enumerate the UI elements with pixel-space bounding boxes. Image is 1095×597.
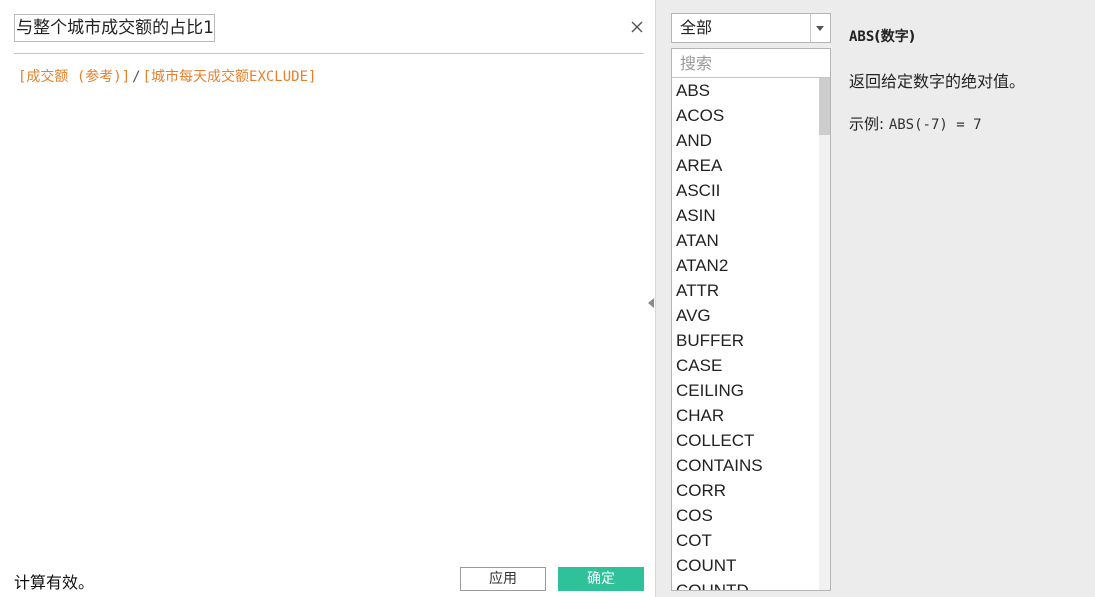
formula-editor[interactable]: [成交额 (参考)] / [城市每天成交额EXCLUDE] (18, 66, 316, 86)
function-item-atan[interactable]: ATAN (672, 228, 819, 253)
function-signature: ABS(数字) (849, 26, 915, 46)
function-item-area[interactable]: AREA (672, 153, 819, 178)
function-example: 示例: ABS(-7) = 7 (849, 113, 982, 134)
category-selected-value: 全部 (680, 18, 713, 37)
function-item-abs[interactable]: ABS (672, 78, 819, 103)
function-item-atan2[interactable]: ATAN2 (672, 253, 819, 278)
function-list: ABS ACOS AND AREA ASCII ASIN ATAN ATAN2 ATTR AVG B… (672, 78, 819, 590)
function-item-buffer[interactable]: BUFFER (672, 328, 819, 353)
collapse-panel-handle[interactable] (646, 295, 656, 309)
function-item-countd[interactable]: COUNTD (672, 578, 819, 590)
validation-status: 计算有效。 (14, 573, 95, 592)
dropdown-divider (810, 14, 811, 42)
function-item-avg[interactable]: AVG (672, 303, 819, 328)
function-item-count[interactable]: COUNT (672, 553, 819, 578)
function-item-cot[interactable]: COT (672, 528, 819, 553)
function-search-input[interactable] (672, 49, 830, 78)
calculation-name-text: 与整个城市成交额的占比1 (16, 18, 214, 38)
function-item-asin[interactable]: ASIN (672, 203, 819, 228)
function-list-scrollbar[interactable] (819, 78, 830, 590)
function-item-char[interactable]: CHAR (672, 403, 819, 428)
function-item-cos[interactable]: COS (672, 503, 819, 528)
function-item-contains[interactable]: CONTAINS (672, 453, 819, 478)
function-item-corr[interactable]: CORR (672, 478, 819, 503)
function-item-attr[interactable]: ATTR (672, 278, 819, 303)
function-item-acos[interactable]: ACOS (672, 103, 819, 128)
example-code: ABS(-7) = 7 (888, 117, 982, 133)
calculation-editor-panel: 与整个城市成交额的占比1 [成交额 (参考)] / [城市每天成交额EXCLUDE]… (0, 0, 656, 597)
function-name: ABS (849, 29, 875, 45)
formula-operator: / (132, 69, 141, 85)
function-item-ascii[interactable]: ASCII (672, 178, 819, 203)
calculation-name-input[interactable]: 与整个城市成交额的占比1 (14, 14, 215, 42)
function-item-ceiling[interactable]: CEILING (672, 378, 819, 403)
function-signature-args: (数字) (874, 29, 916, 45)
example-label: 示例: (849, 115, 889, 133)
function-category-select[interactable]: 全部 (671, 13, 831, 43)
close-button[interactable] (626, 16, 648, 38)
formula-field-2: [城市每天成交额EXCLUDE] (142, 69, 317, 85)
close-icon (631, 21, 643, 33)
calculation-dialog: 与整个城市成交额的占比1 [成交额 (参考)] / [城市每天成交额EXCLUDE]… (0, 0, 1095, 597)
function-description: 返回给定数字的绝对值。 (849, 72, 1026, 91)
header-divider (14, 53, 644, 54)
function-list-box: ABSACOSANDAREAASCIIASINATANATAN2ATTRAVGB… (671, 48, 831, 591)
chevron-down-icon (816, 26, 824, 31)
scrollbar-thumb[interactable] (819, 78, 830, 135)
collapse-left-icon (648, 298, 654, 308)
ok-button[interactable]: 确定 (558, 567, 644, 591)
formula-field-1: [成交额 (参考)] (18, 69, 131, 85)
function-item-collect[interactable]: COLLECT (672, 428, 819, 453)
apply-button[interactable]: 应用 (460, 567, 546, 591)
function-item-and[interactable]: AND (672, 128, 819, 153)
function-item-case[interactable]: CASE (672, 353, 819, 378)
